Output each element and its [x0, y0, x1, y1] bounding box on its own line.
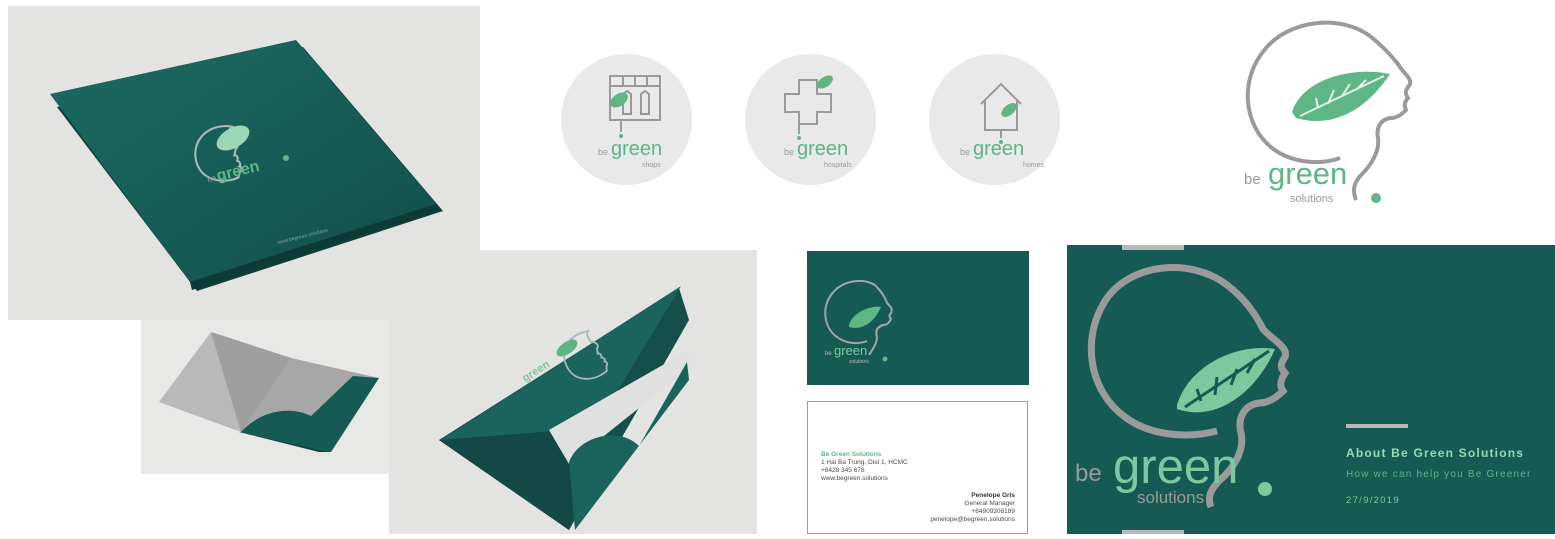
card-company: Be Green Solutions: [821, 451, 882, 458]
homes-green: green: [973, 138, 1024, 160]
sub-brand-homes-badge: be green homes: [929, 54, 1060, 185]
hospital-cross-icon: be green hospitals: [784, 75, 852, 169]
hospitals-label: hospitals: [824, 162, 852, 169]
shops-label: shops: [642, 162, 661, 169]
main-logo-solutions: solutions: [1290, 193, 1334, 205]
card-person-mobile: +84909308189: [971, 508, 1015, 515]
folder-standing-mockup: green: [389, 250, 757, 534]
main-logo-be: be: [1244, 171, 1261, 188]
main-logo-green: green: [1268, 156, 1347, 191]
homes-be: be: [960, 147, 970, 157]
slide-title: About Be Green Solutions: [1346, 446, 1525, 460]
card-logo-green: green: [834, 343, 867, 358]
homes-label: homes: [1023, 162, 1045, 169]
slide-title-rule: [1346, 424, 1408, 428]
house-icon: be green homes: [960, 82, 1045, 169]
presentation-slide: be green solutions: [1067, 245, 1555, 534]
card-phone: +8428 345 678: [821, 467, 865, 474]
business-card-back: Be Green Solutions 1 Hai Ba Trung, Dist …: [807, 401, 1028, 534]
card-logo-be: be: [825, 351, 832, 357]
shop-icon: be green shops: [598, 75, 662, 169]
card-address: 1 Hai Ba Trung, Dist 1, HCMC: [821, 459, 908, 466]
card-website: www.begreen.solutions: [821, 475, 888, 482]
hospitals-green: green: [797, 138, 848, 160]
folder-open-illustration: [159, 332, 379, 452]
shops-be: be: [598, 147, 608, 157]
card-person-name: Penelope Gris: [971, 492, 1015, 499]
card-logo-solutions: solutions: [849, 359, 869, 365]
slide-subtitle: How we can help you Be Greener: [1346, 469, 1532, 480]
folder-open-mockup: [141, 320, 389, 474]
slide-date: 27/9/2019: [1346, 495, 1400, 506]
card-person-email: penelope@begreen.solutions: [930, 516, 1015, 523]
hospitals-be: be: [784, 147, 794, 157]
business-card-front: be green solutions: [807, 251, 1029, 385]
face-leaf-logo-icon: be green solutions: [1244, 20, 1413, 205]
folder-standing-illustration: green: [439, 286, 689, 530]
face-leaf-logo-icon: be green solutions: [1075, 264, 1290, 509]
main-logo: be green solutions: [1230, 8, 1440, 218]
slide-logo-green: green: [1113, 440, 1238, 494]
slide-logo-solutions: solutions: [1137, 488, 1204, 507]
sub-brand-hospitals-badge: be green hospitals: [745, 54, 876, 185]
slide-logo-be: be: [1075, 460, 1102, 487]
face-leaf-logo-icon: be green solutions: [824, 279, 893, 365]
sub-brand-shops-badge: be green shops: [561, 54, 692, 185]
card-person-title: General Manager: [964, 500, 1015, 507]
shops-green: green: [611, 138, 662, 160]
